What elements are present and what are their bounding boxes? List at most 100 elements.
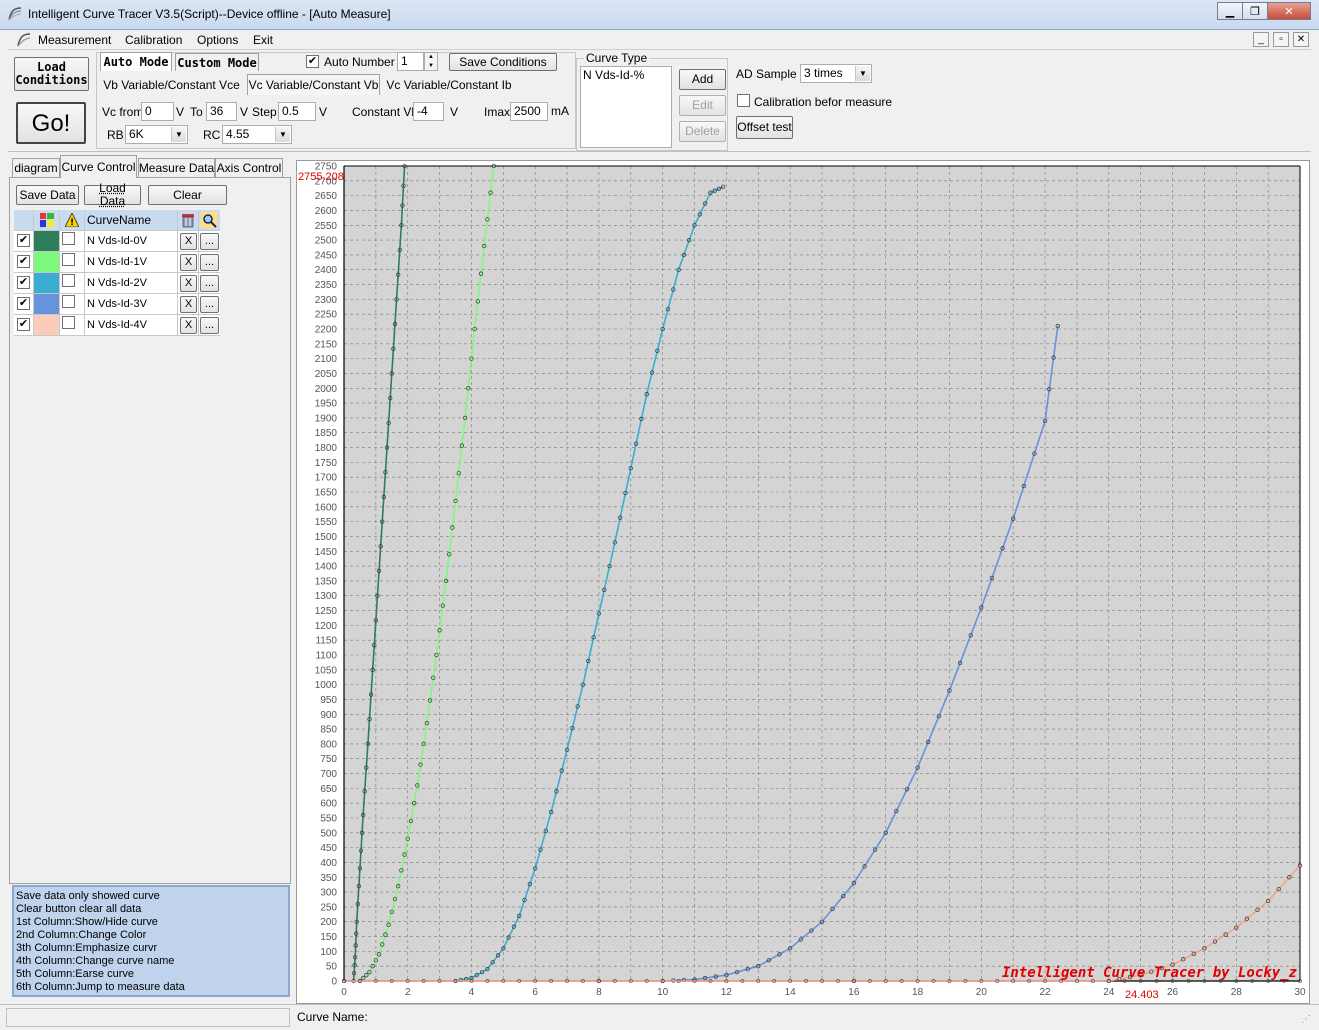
- tab-vc-variable-constant-ib[interactable]: Vc Variable/Constant Ib: [384, 75, 514, 95]
- curve-name-cell[interactable]: N Vds-Id-4V: [85, 315, 178, 336]
- load-data-button[interactable]: Load Data: [84, 182, 141, 208]
- imax-input[interactable]: 2500: [510, 102, 548, 121]
- x-tick-label: 14: [785, 987, 797, 998]
- erase-curve-button[interactable]: X: [180, 275, 197, 292]
- curve-name-cell[interactable]: N Vds-Id-0V: [85, 231, 178, 252]
- save-data-button[interactable]: Save Data: [16, 185, 79, 205]
- jump-to-data-button[interactable]: ...: [200, 317, 219, 334]
- curve-name-cell[interactable]: N Vds-Id-1V: [85, 252, 178, 273]
- x-tick-label: 20: [976, 987, 988, 998]
- iv-curve-chart[interactable]: 0501001502002503003504004505005506006507…: [297, 161, 1309, 1003]
- go-button[interactable]: Go!: [16, 102, 86, 144]
- y-tick-label: 600: [320, 799, 337, 810]
- edit-button[interactable]: Edit: [679, 95, 726, 116]
- curve-color-swatch[interactable]: [34, 252, 59, 272]
- window-title: Intelligent Curve Tracer V3.5(Script)--D…: [28, 7, 391, 21]
- y-tick-label: 1300: [315, 591, 338, 602]
- curve-color-swatch[interactable]: [34, 315, 59, 335]
- x-tick-label: 18: [912, 987, 924, 998]
- jump-to-data-button[interactable]: ...: [200, 233, 219, 250]
- emphasize-checkbox[interactable]: [62, 274, 75, 287]
- table-row: ✔ N Vds-Id-1V X...: [14, 252, 220, 273]
- menu-measurement[interactable]: Measurement: [38, 33, 111, 47]
- delete-button[interactable]: Delete: [679, 121, 726, 142]
- y-tick-label: 1450: [315, 547, 338, 558]
- help-box: Save data only showed curve Clear button…: [12, 885, 290, 997]
- mdi-minimize-button[interactable]: _: [1253, 32, 1269, 47]
- erase-curve-button[interactable]: X: [180, 317, 197, 334]
- y-tick-label: 1750: [315, 458, 338, 469]
- menu-exit[interactable]: Exit: [253, 33, 273, 47]
- clear-button[interactable]: Clear: [148, 185, 227, 205]
- jump-to-data-button[interactable]: ...: [200, 296, 219, 313]
- y-tick-label: 2250: [315, 310, 338, 321]
- tab-custom-mode[interactable]: Custom Mode: [175, 53, 259, 71]
- curve-color-swatch[interactable]: [34, 273, 59, 293]
- curve-color-swatch[interactable]: [34, 231, 59, 251]
- auto-number-checkbox[interactable]: ✔: [306, 55, 319, 68]
- y-tick-label: 1350: [315, 576, 338, 587]
- y-tick-label: 1850: [315, 428, 338, 439]
- curve-name-cell[interactable]: N Vds-Id-3V: [85, 294, 178, 315]
- emphasize-checkbox[interactable]: [62, 253, 75, 266]
- ad-sample-select[interactable]: 3 times ▼: [800, 64, 872, 83]
- help-line: 1st Column:Show/Hide curve: [16, 916, 158, 928]
- erase-curve-button[interactable]: X: [180, 254, 197, 271]
- show-curve-checkbox[interactable]: ✔: [17, 255, 30, 268]
- curve-type-list[interactable]: N Vds-Id-%: [580, 66, 672, 148]
- to-input[interactable]: 36: [206, 102, 237, 121]
- tab-axis-control[interactable]: Axis Control: [215, 158, 283, 177]
- tab-curve-control[interactable]: Curve Control: [60, 155, 137, 178]
- tab-diagram[interactable]: diagram: [12, 158, 60, 177]
- close-button[interactable]: ✕: [1267, 2, 1311, 20]
- show-curve-checkbox[interactable]: ✔: [17, 318, 30, 331]
- offset-test-button[interactable]: Offset test: [736, 116, 793, 139]
- maximize-button[interactable]: ❐: [1242, 2, 1268, 20]
- menu-calibration[interactable]: Calibration: [125, 33, 182, 47]
- auto-number-input[interactable]: 1: [397, 52, 424, 71]
- resize-grip-icon[interactable]: ⋰: [1301, 1014, 1315, 1028]
- minimize-button[interactable]: ▁: [1217, 2, 1243, 20]
- y-tick-label: 300: [320, 888, 337, 899]
- tab-measure-data[interactable]: Measure Data: [138, 158, 215, 177]
- save-conditions-button[interactable]: Save Conditions: [449, 53, 557, 71]
- y-tick-label: 2100: [315, 354, 338, 365]
- curve-name-cell[interactable]: N Vds-Id-2V: [85, 273, 178, 294]
- erase-curve-button[interactable]: X: [180, 233, 197, 250]
- menu-options[interactable]: Options: [197, 33, 238, 47]
- emphasize-checkbox[interactable]: [62, 232, 75, 245]
- constant-vb-input[interactable]: -4: [413, 102, 444, 121]
- show-curve-checkbox[interactable]: ✔: [17, 297, 30, 310]
- y-tick-label: 2600: [315, 206, 338, 217]
- erase-curve-button[interactable]: X: [180, 296, 197, 313]
- vc-from-input[interactable]: 0: [141, 102, 174, 121]
- calibration-checkbox[interactable]: [737, 94, 750, 107]
- y-tick-label: 450: [320, 843, 337, 854]
- tab-vc-variable-constant-vb[interactable]: Vc Variable/Constant Vb: [247, 74, 380, 95]
- mdi-close-button[interactable]: ✕: [1293, 32, 1309, 47]
- tab-auto-mode[interactable]: Auto Mode: [100, 52, 172, 71]
- mdi-restore-button[interactable]: ▫: [1273, 32, 1289, 47]
- show-curve-checkbox[interactable]: ✔: [17, 276, 30, 289]
- add-button[interactable]: Add: [679, 69, 726, 90]
- auto-number-spinner[interactable]: ▲ ▼: [424, 52, 438, 71]
- show-curve-checkbox[interactable]: ✔: [17, 234, 30, 247]
- y-tick-label: 2550: [315, 221, 338, 232]
- jump-to-data-button[interactable]: ...: [200, 254, 219, 271]
- tab-vb-variable[interactable]: Vb Variable/Constant Vce: [100, 75, 243, 95]
- rb-select[interactable]: 6K ▼: [125, 125, 188, 144]
- to-label: To: [190, 105, 203, 119]
- emphasize-checkbox[interactable]: [62, 316, 75, 329]
- rc-select[interactable]: 4.55 ▼: [222, 125, 292, 144]
- emphasize-checkbox[interactable]: [62, 295, 75, 308]
- curve-color-swatch[interactable]: [34, 294, 59, 314]
- x-tick-label: 2: [405, 987, 411, 998]
- chevron-down-icon: ▼: [855, 66, 870, 81]
- y-tick-label: 1950: [315, 399, 338, 410]
- load-conditions-button[interactable]: Load Conditions: [14, 57, 89, 91]
- table-row: ✔ N Vds-Id-2V X...: [14, 273, 220, 294]
- jump-to-data-button[interactable]: ...: [200, 275, 219, 292]
- rc-label: RC: [203, 128, 221, 142]
- step-input[interactable]: 0.5: [278, 102, 316, 121]
- curve-type-item[interactable]: N Vds-Id-%: [583, 68, 644, 82]
